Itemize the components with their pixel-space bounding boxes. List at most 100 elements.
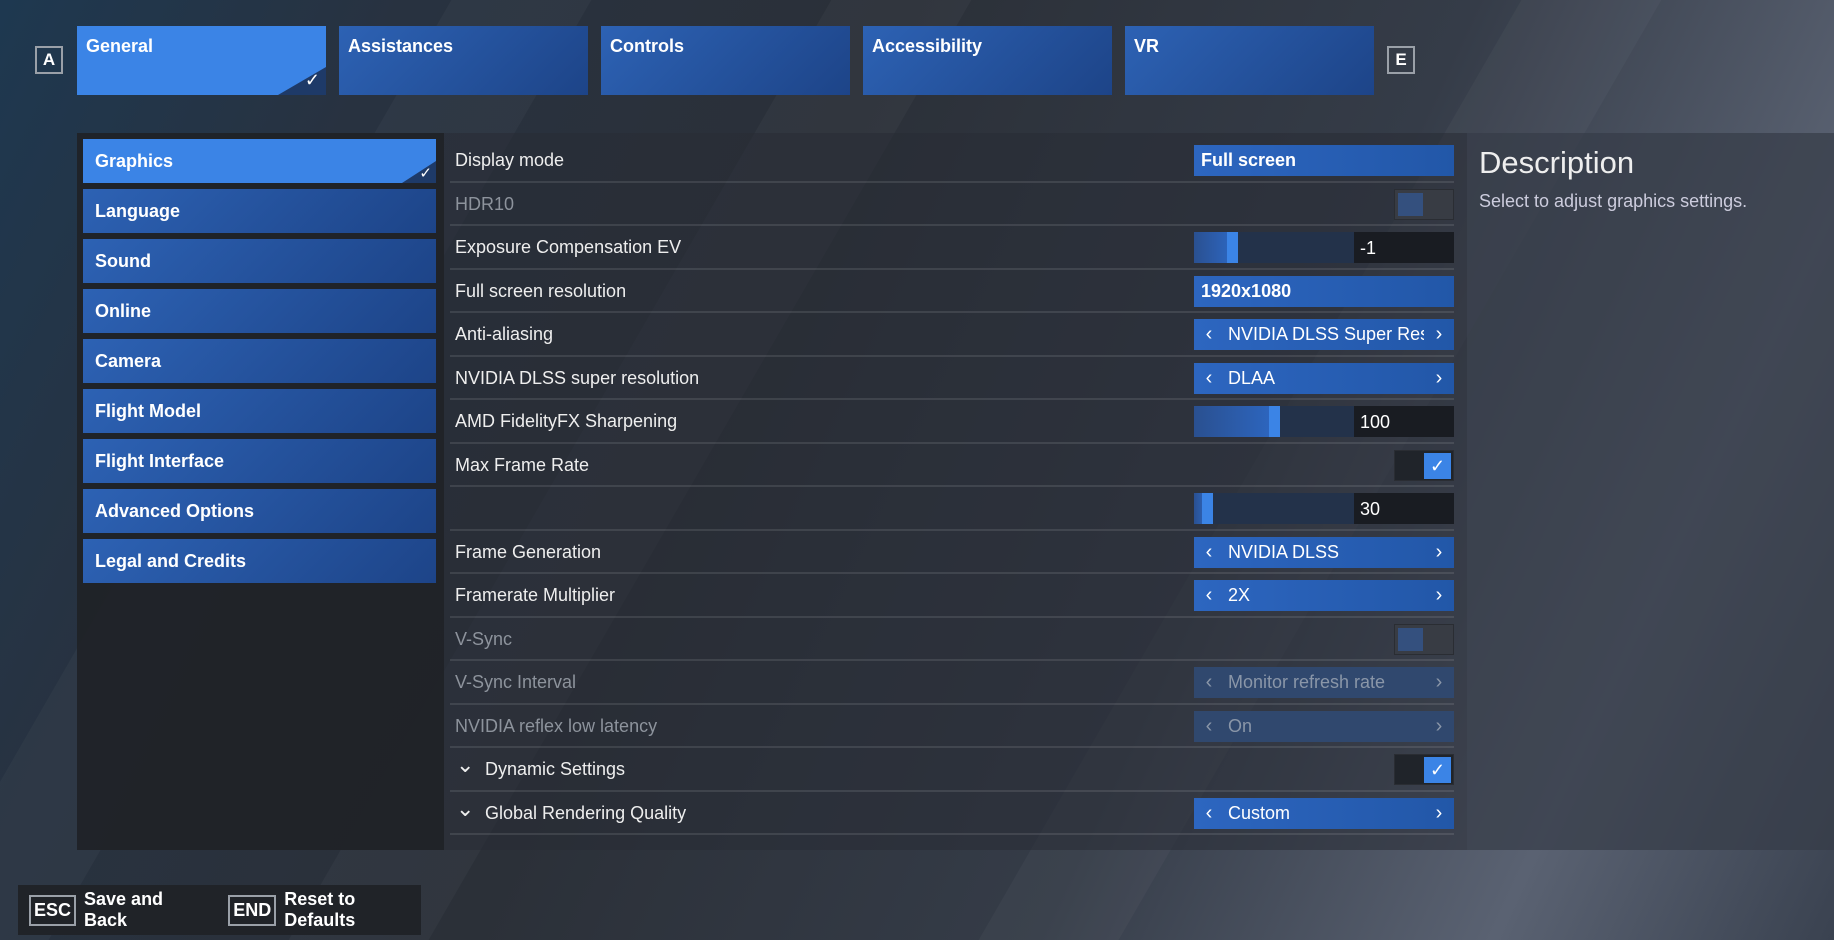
chevron-left-icon[interactable]: ‹ — [1194, 367, 1224, 390]
setting-label: Full screen resolution — [455, 280, 627, 301]
option-spinner[interactable]: ‹ Custom › — [1194, 797, 1454, 829]
tab-accessibility[interactable]: Accessibility — [863, 26, 1112, 95]
description-title: Description — [1479, 145, 1635, 180]
slider-track[interactable] — [1194, 232, 1354, 263]
sidebar-item-label: Advanced Options — [95, 501, 255, 521]
setting-row: Frame Generation ‹ NVIDIA DLSS › — [450, 531, 1454, 574]
toggle-switch[interactable]: ✓ — [1394, 754, 1454, 785]
spinner-value: NVIDIA DLSS — [1228, 541, 1340, 562]
chevron-left-icon: ‹ — [1205, 714, 1213, 737]
sidebar-item-sound[interactable]: Sound — [83, 239, 436, 283]
end-key: END — [228, 894, 277, 926]
spinner-value: Monitor refresh rate — [1228, 672, 1386, 692]
option-spinner[interactable]: ‹ DLAA › — [1194, 362, 1454, 394]
sidebar-item-legal-and-credits[interactable]: Legal and Credits — [83, 539, 436, 583]
toggle-knob — [1398, 192, 1423, 216]
chevron-down-icon[interactable]: ⌄ — [456, 752, 474, 778]
spinner-value: 2X — [1228, 585, 1251, 605]
checkmark-icon: ✓ — [1424, 757, 1451, 783]
sidebar-item-label: Language — [95, 201, 181, 221]
setting-row: HDR10 — [450, 183, 1454, 226]
chevron-right-icon[interactable]: › — [1424, 802, 1454, 825]
tab-label: VR — [1134, 36, 1160, 56]
toggle-switch[interactable]: ✓ — [1394, 449, 1454, 481]
sidebar-item-camera[interactable]: Camera — [83, 339, 436, 383]
reset-to-defaults-button[interactable]: Reset to Defaults — [284, 889, 421, 931]
slider-track[interactable] — [1194, 493, 1354, 524]
setting-label: V-Sync Interval — [455, 672, 577, 692]
setting-label: AMD FidelityFX Sharpening — [455, 411, 678, 431]
setting-row: NVIDIA DLSS super resolution ‹ DLAA › — [450, 357, 1454, 400]
sidebar-item-flight-model[interactable]: Flight Model — [83, 389, 436, 433]
spinner-value: DLAA — [1228, 367, 1276, 388]
save-and-back-button[interactable]: Save and Back — [84, 889, 202, 931]
option-spinner[interactable]: ‹NVIDIA DLSS Super Resolution› — [1194, 319, 1454, 350]
setting-label: Dynamic Settings — [485, 759, 626, 779]
slider-thumb[interactable] — [1227, 232, 1239, 263]
chevron-left-icon[interactable]: ‹ — [1194, 323, 1224, 346]
sidebar-item-label: Camera — [95, 351, 162, 371]
slider[interactable]: 30 — [1194, 493, 1454, 524]
slider[interactable]: 100 — [1194, 406, 1454, 437]
chevron-left-icon[interactable]: ‹ — [1194, 802, 1224, 825]
dropdown-select[interactable]: Full screen — [1194, 145, 1454, 176]
checkmark-icon: ✓ — [304, 70, 320, 90]
setting-label: Framerate Multiplier — [455, 585, 616, 605]
description-text: Select to adjust graphics settings. — [1479, 191, 1748, 211]
tab-label: Accessibility — [872, 36, 983, 56]
setting-row: ⌄ Global Rendering Quality ‹ Custom › — [450, 792, 1454, 835]
slider[interactable]: -1 — [1194, 232, 1454, 263]
chevron-down-icon[interactable]: ⌄ — [456, 796, 474, 822]
setting-row: 30 — [450, 487, 1454, 531]
slider-thumb[interactable] — [1201, 493, 1213, 524]
setting-row: V-Sync — [450, 618, 1454, 661]
spinner-value: NVIDIA DLSS Super Resolution — [1228, 324, 1424, 344]
tab-controls[interactable]: Controls — [601, 26, 850, 95]
setting-label: Frame Generation — [455, 541, 602, 562]
sidebar-item-advanced-options[interactable]: Advanced Options — [83, 489, 436, 533]
selected-value: 1920x1080 — [1201, 280, 1292, 301]
sidebar-item-graphics[interactable]: Graphics ✓ — [83, 139, 436, 183]
option-spinner: ‹ On › — [1194, 710, 1454, 742]
setting-row: Framerate Multiplier ‹ 2X › — [450, 574, 1454, 618]
tab-assistances[interactable]: Assistances — [339, 26, 588, 95]
sidebar-item-label: Flight Interface — [95, 451, 225, 471]
slider-track[interactable] — [1194, 406, 1354, 437]
setting-row: Exposure Compensation EV -1 — [450, 226, 1454, 270]
chevron-right-icon[interactable]: › — [1424, 367, 1454, 390]
slider-value[interactable]: 100 — [1354, 406, 1454, 437]
option-spinner[interactable]: ‹ NVIDIA DLSS › — [1194, 536, 1454, 568]
setting-label: Display mode — [455, 150, 565, 170]
chevron-left-icon[interactable]: ‹ — [1194, 584, 1224, 607]
tab-label: General — [86, 36, 154, 56]
checkmark-icon: ✓ — [1424, 452, 1451, 479]
sidebar-item-flight-interface[interactable]: Flight Interface — [83, 439, 436, 483]
dropdown-select[interactable]: 1920x1080 — [1194, 275, 1454, 307]
chevron-right-icon[interactable]: › — [1424, 323, 1454, 346]
setting-row: Display mode Full screen — [450, 139, 1454, 183]
setting-label: Max Frame Rate — [455, 454, 590, 475]
chevron-left-icon[interactable]: ‹ — [1194, 541, 1224, 564]
setting-row: Anti-aliasing ‹NVIDIA DLSS Super Resoluti… — [450, 313, 1454, 357]
prev-tab-key[interactable]: A — [35, 46, 63, 74]
sidebar-item-language[interactable]: Language — [83, 189, 436, 233]
next-tab-key[interactable]: E — [1387, 46, 1415, 74]
description-panel: Description Select to adjust graphics se… — [1467, 133, 1834, 850]
chevron-right-icon[interactable]: › — [1424, 541, 1454, 564]
tab-vr[interactable]: VR — [1125, 26, 1374, 95]
sidebar-item-online[interactable]: Online — [83, 289, 436, 333]
selected-value: Full screen — [1201, 150, 1297, 170]
slider-value[interactable]: 30 — [1354, 493, 1454, 524]
tab-general[interactable]: General ✓ — [77, 26, 326, 95]
checkmark-icon: ✓ — [419, 165, 432, 182]
option-spinner[interactable]: ‹ 2X › — [1194, 580, 1454, 611]
setting-row: ⌄ Dynamic Settings ✓ — [450, 748, 1454, 792]
sidebar-item-label: Flight Model — [95, 401, 201, 421]
slider-thumb[interactable] — [1269, 406, 1280, 437]
spinner-value: Custom — [1228, 802, 1291, 823]
setting-row: Max Frame Rate ✓ — [450, 444, 1454, 487]
setting-label: Anti-aliasing — [455, 324, 554, 344]
slider-value[interactable]: -1 — [1354, 232, 1454, 263]
chevron-right-icon[interactable]: › — [1424, 584, 1454, 607]
setting-label: NVIDIA DLSS super resolution — [455, 367, 700, 388]
